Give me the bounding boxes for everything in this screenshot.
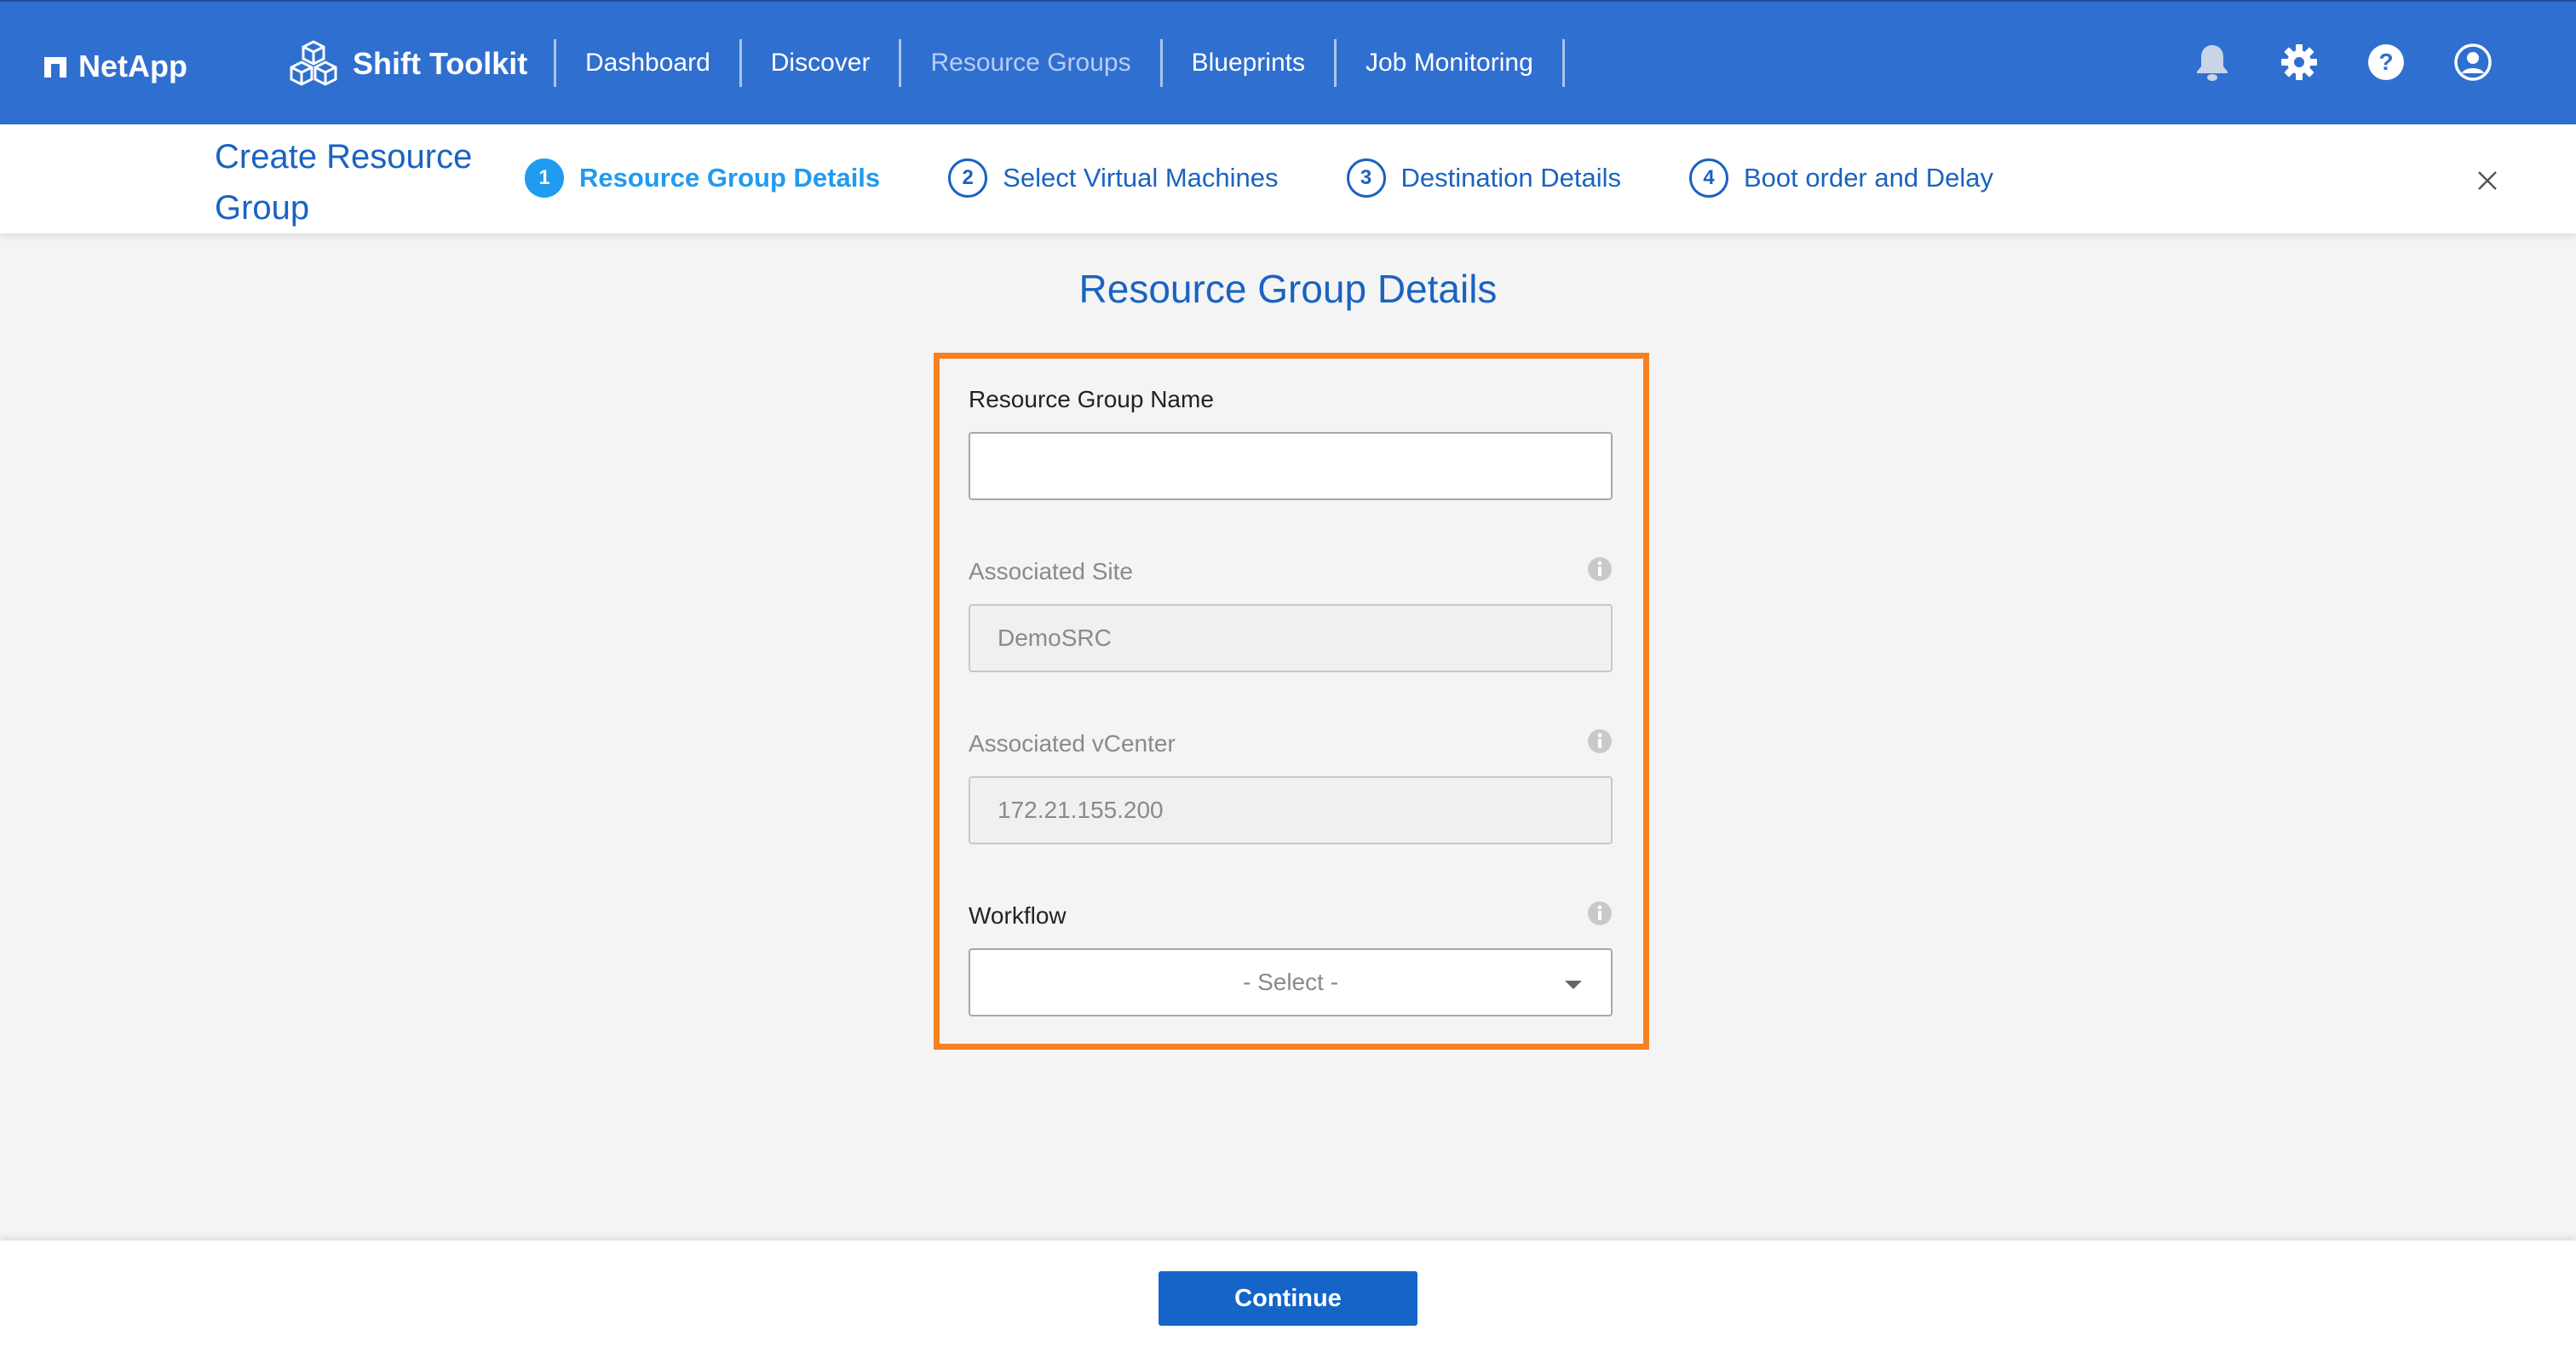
associated-vcenter-label: Associated vCenter: [969, 730, 1176, 757]
step-number: 1: [525, 158, 564, 198]
wizard-steps: 1 Resource Group Details 2 Select Virtua…: [525, 158, 2061, 198]
top-navigation-bar: NetApp Shift Toolkit Dashboard Discover …: [0, 0, 2576, 124]
product-name: Shift Toolkit: [353, 46, 528, 81]
step-select-virtual-machines[interactable]: 2 Select Virtual Machines: [948, 158, 1279, 198]
nav-blueprints[interactable]: Blueprints: [1159, 39, 1334, 87]
nav-dashboard[interactable]: Dashboard: [554, 39, 739, 87]
top-icons: ?: [2191, 41, 2494, 83]
netapp-logo-icon: [43, 54, 68, 79]
netapp-logo[interactable]: NetApp: [43, 44, 187, 89]
help-icon[interactable]: ?: [2365, 41, 2407, 83]
nav-divider: [1561, 39, 1565, 87]
associated-site-input: [969, 604, 1613, 672]
resource-group-name-input[interactable]: [969, 432, 1613, 500]
workflow-label: Workflow: [969, 902, 1067, 929]
step-number: 3: [1346, 158, 1386, 198]
step-boot-order-and-delay[interactable]: 4 Boot order and Delay: [1689, 158, 1993, 198]
workflow-select[interactable]: - Select -: [969, 948, 1613, 1016]
associated-vcenter-input: [969, 776, 1613, 844]
associated-site-label: Associated Site: [969, 558, 1133, 584]
product-title[interactable]: Shift Toolkit: [286, 31, 527, 97]
step-destination-details[interactable]: 3 Destination Details: [1346, 158, 1621, 198]
section-title: Resource Group Details: [1078, 267, 1498, 311]
close-wizard-button[interactable]: [2470, 164, 2504, 198]
info-icon[interactable]: [1587, 901, 1613, 926]
step-label: Resource Group Details: [579, 163, 881, 193]
step-resource-group-details[interactable]: 1 Resource Group Details: [525, 158, 880, 198]
cubes-icon: [286, 37, 341, 91]
step-number: 4: [1689, 158, 1728, 198]
resource-group-form: Resource Group Name Associated Site Asso…: [934, 353, 1649, 1050]
chevron-down-icon: [1565, 981, 1582, 989]
nav-discover[interactable]: Discover: [739, 39, 900, 87]
nav-resource-groups[interactable]: Resource Groups: [899, 39, 1159, 87]
wizard-title: Create Resource Group: [215, 138, 473, 227]
user-icon[interactable]: [2452, 41, 2494, 83]
nav-job-monitoring[interactable]: Job Monitoring: [1333, 39, 1562, 87]
brand-name: NetApp: [78, 49, 187, 83]
step-number: 2: [948, 158, 988, 198]
step-label: Select Virtual Machines: [1003, 163, 1279, 193]
gear-icon[interactable]: [2278, 41, 2320, 83]
info-icon[interactable]: [1587, 728, 1613, 754]
step-label: Boot order and Delay: [1744, 163, 1993, 193]
svg-text:?: ?: [2378, 49, 2393, 75]
step-label: Destination Details: [1400, 163, 1621, 193]
main-nav: Dashboard Discover Resource Groups Bluep…: [554, 39, 1565, 87]
resource-group-name-label: Resource Group Name: [969, 386, 1214, 412]
bell-icon[interactable]: [2191, 41, 2234, 83]
info-icon[interactable]: [1587, 556, 1613, 582]
continue-button[interactable]: Continue: [1159, 1271, 1417, 1326]
close-icon: [2478, 171, 2497, 190]
wizard-header: Create Resource Group 1 Resource Group D…: [0, 124, 2576, 233]
workflow-selected-value: - Select -: [1242, 969, 1339, 995]
wizard-footer: Continue: [0, 1241, 2576, 1353]
